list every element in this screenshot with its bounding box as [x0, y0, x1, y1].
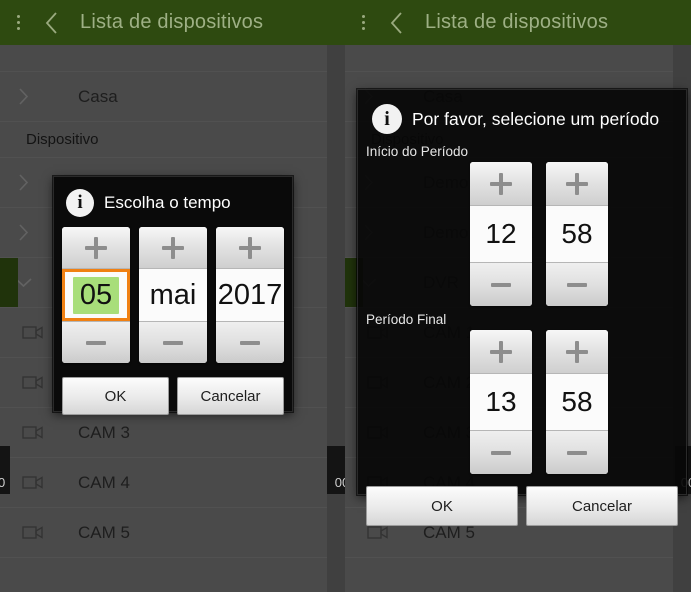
ok-button[interactable]: OK	[62, 377, 169, 415]
ok-button[interactable]: OK	[366, 486, 518, 526]
spinner-value-text: 58	[561, 386, 593, 417]
spinner-value-text: 13	[485, 386, 517, 417]
minus-icon[interactable]	[470, 430, 532, 474]
spinner-start-hour-value[interactable]: 12	[470, 206, 532, 262]
dialog-button-row: OK Cancelar	[358, 474, 686, 536]
period-end-label: Período Final	[366, 312, 447, 327]
dialog-title-row: i Escolha o tempo	[54, 177, 292, 227]
time-chip-mid-edge: 00	[327, 446, 345, 494]
minus-icon[interactable]	[62, 321, 130, 363]
info-icon: i	[372, 104, 402, 134]
spinner-end-hour[interactable]: 13	[470, 330, 532, 474]
minus-icon[interactable]	[470, 262, 532, 306]
date-spinner-group: 05 mai 2017	[54, 227, 292, 363]
spinner-value-text: 58	[561, 218, 593, 249]
minus-icon[interactable]	[546, 262, 608, 306]
dialog-title: Escolha o tempo	[104, 193, 231, 212]
dialog-select-period: i Por favor, selecione um período Início…	[357, 89, 687, 526]
time-chip-label: 00	[0, 475, 6, 490]
spinner-end-minute-value[interactable]: 58	[546, 374, 608, 430]
plus-icon[interactable]	[139, 227, 207, 269]
more-vert-icon[interactable]	[349, 0, 377, 45]
screen-root: Casa Dispositivo Demo DVR Demo Camera	[0, 0, 691, 592]
plus-icon[interactable]	[216, 227, 284, 269]
period-end-spinner-group: 13 58	[358, 330, 686, 474]
minus-icon[interactable]	[546, 430, 608, 474]
appbar-right: Lista de dispositivos	[345, 0, 691, 45]
plus-icon[interactable]	[546, 330, 608, 374]
cancel-button[interactable]: Cancelar	[526, 486, 678, 526]
spinner-end-minute[interactable]: 58	[546, 330, 608, 474]
spinner-month-value[interactable]: mai	[139, 269, 207, 321]
minus-icon[interactable]	[216, 321, 284, 363]
period-start-spinner-group: 12 58	[358, 162, 686, 306]
spinner-year-value[interactable]: 2017	[216, 269, 284, 321]
plus-icon[interactable]	[546, 162, 608, 206]
plus-icon[interactable]	[470, 162, 532, 206]
time-chip-left-edge: 00	[0, 446, 10, 494]
appbar-left: Lista de dispositivos	[0, 0, 345, 45]
minus-icon[interactable]	[139, 321, 207, 363]
plus-icon[interactable]	[470, 330, 532, 374]
spinner-value-text: mai	[149, 278, 197, 311]
dialog-button-row: OK Cancelar	[54, 363, 292, 425]
dialog-title: Por favor, selecione um período	[412, 108, 660, 129]
spinner-start-minute-value[interactable]: 58	[546, 206, 608, 262]
spinner-month[interactable]: mai	[139, 227, 207, 363]
info-icon: i	[66, 189, 94, 217]
spinner-start-hour[interactable]: 12	[470, 162, 532, 306]
page-title: Lista de dispositivos	[80, 11, 264, 33]
spinner-day-value[interactable]: 05	[62, 269, 130, 321]
period-start-label: Início do Período	[366, 144, 469, 159]
screenshot-panel-left: Casa Dispositivo Demo DVR Demo Camera	[0, 0, 345, 592]
more-vert-icon[interactable]	[4, 0, 32, 45]
spinner-value-text: 05	[72, 276, 120, 314]
plus-icon[interactable]	[62, 227, 130, 269]
chevron-left-icon[interactable]	[32, 0, 72, 45]
page-title: Lista de dispositivos	[425, 11, 609, 33]
chevron-left-icon[interactable]	[377, 0, 417, 45]
spinner-start-minute[interactable]: 58	[546, 162, 608, 306]
screenshot-panel-right: Casa Dispositivo Demo DVR Demo Camera	[345, 0, 691, 592]
spinner-year[interactable]: 2017	[216, 227, 284, 363]
cancel-button[interactable]: Cancelar	[177, 377, 284, 415]
spinner-value-text: 2017	[217, 278, 283, 311]
spinner-day[interactable]: 05	[62, 227, 130, 363]
dialog-title-row: i Por favor, selecione um período	[358, 90, 686, 142]
spinner-value-text: 12	[485, 218, 517, 249]
dialog-choose-date: i Escolha o tempo 05 mai 2017 OK Cancela…	[53, 176, 293, 415]
spinner-end-hour-value[interactable]: 13	[470, 374, 532, 430]
time-chip-label: 00	[334, 475, 345, 490]
